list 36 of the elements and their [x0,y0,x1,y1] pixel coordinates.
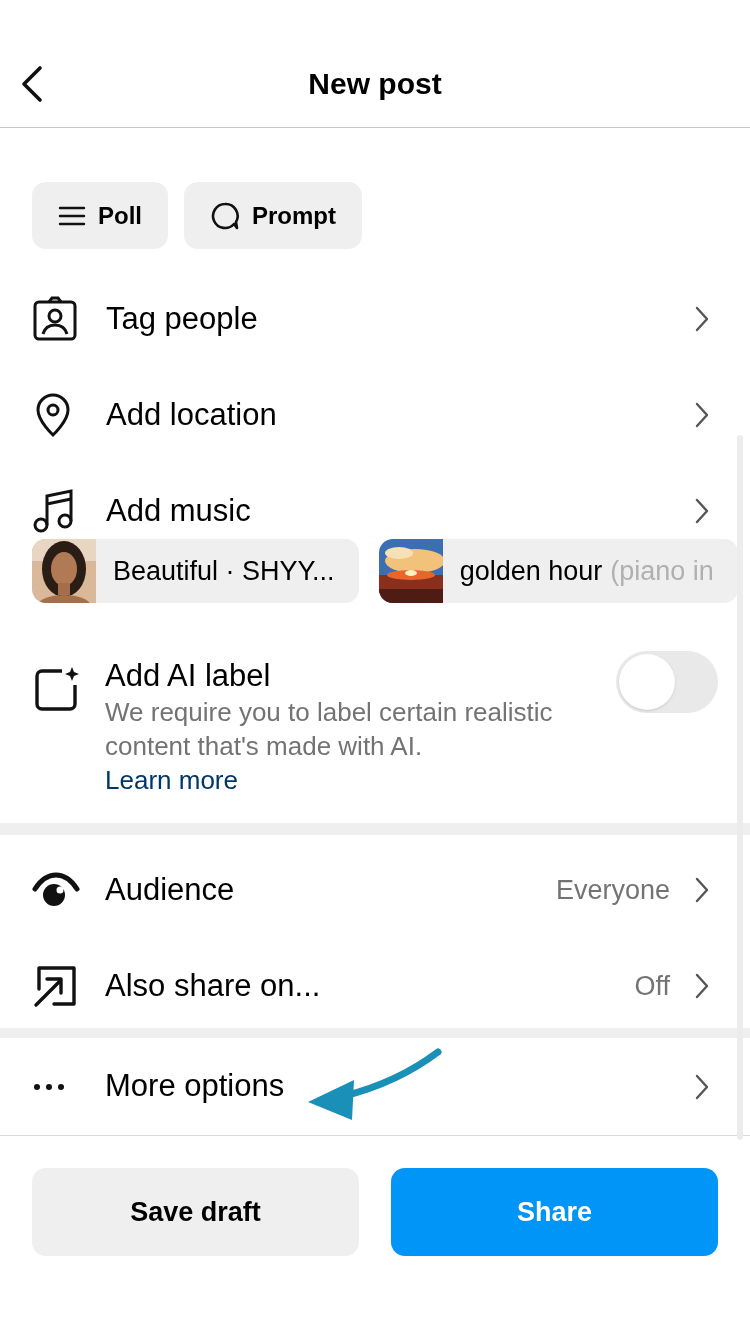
save-draft-button[interactable]: Save draft [32,1168,359,1256]
share-arrow-icon [32,963,78,1009]
eye-icon [32,872,80,908]
ai-label-title: Add AI label [105,657,272,695]
page-title: New post [308,66,442,102]
menu-lines-icon [58,204,86,227]
music-chip[interactable]: Beautiful · SHYY... [32,539,359,603]
music-chip[interactable]: golden hour (piano in [378,539,738,603]
speech-bubble-icon [210,200,240,231]
scrollbar[interactable] [737,435,743,1140]
row-label: Add location [106,395,278,434]
settings-row[interactable]: Also share on... Off [0,938,750,1034]
chevron-right-icon [694,876,710,904]
music-note-icon [32,488,76,534]
menu-row[interactable]: Tag people [0,271,750,367]
row-label: Audience [105,870,236,909]
more-dots-icon [32,1082,66,1091]
chevron-right-icon [694,497,710,525]
menu-row[interactable]: Add location [0,367,750,463]
sparkle-square-icon [32,665,80,713]
chevron-right-icon [694,1072,710,1101]
chevron-right-icon [694,401,710,429]
prompt-button[interactable]: Prompt [184,182,362,249]
row-label: Tag people [106,299,259,338]
row-label: Add music [106,491,252,530]
row-label: More options [105,1067,285,1106]
poll-button[interactable]: Poll [32,182,168,249]
settings-row[interactable]: Audience Everyone [0,842,750,938]
row-label: Also share on... [105,966,322,1005]
chevron-right-icon [694,305,710,333]
person-frame-icon [32,296,78,342]
setting-value: Everyone [555,873,670,907]
setting-value: Off [634,969,670,1003]
chevron-right-icon [694,972,710,1000]
learn-more-link[interactable]: Learn more [105,763,238,797]
ai-label-description: We require you to label certain realistic content that's made with AI. [105,696,554,763]
